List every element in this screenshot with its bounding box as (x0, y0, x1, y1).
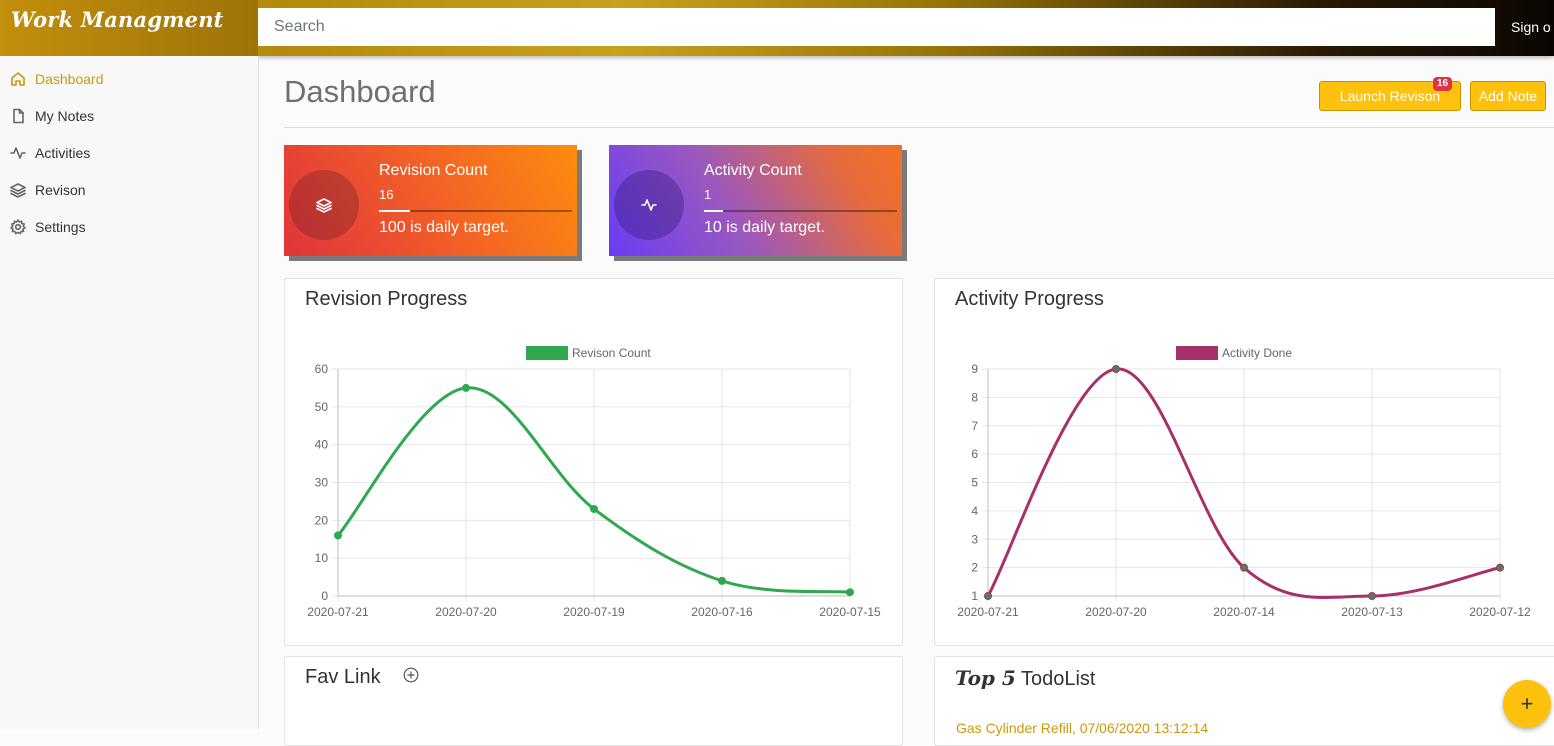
x-tick-label: 2020-07-16 (691, 605, 753, 619)
brand-logo-text[interactable]: Work Managment (11, 7, 224, 32)
x-tick-label: 2020-07-12 (1469, 605, 1531, 619)
y-tick-label: 7 (971, 419, 978, 433)
legend-swatch (1176, 346, 1218, 360)
x-tick-label: 2020-07-15 (819, 605, 881, 619)
y-tick-label: 5 (971, 476, 978, 490)
revision-progress-track (379, 210, 572, 212)
x-tick-label: 2020-07-21 (957, 605, 1019, 619)
revision-count-badge: 16 (1433, 77, 1453, 91)
activity-icon (641, 199, 657, 211)
todo-title-emphasis: Top 5 (955, 666, 1016, 690)
revision-progress-chart: Revison Count 0 10 20 30 40 50 60 2020-07-21 2020… (307, 346, 881, 619)
data-point (846, 588, 854, 597)
y-tick-label: 0 (321, 589, 328, 603)
gear-icon (10, 219, 26, 235)
activity-target-text: 10 is daily target. (704, 219, 825, 236)
data-point (1112, 365, 1120, 373)
y-tick-label: 1 (971, 589, 978, 603)
search-input[interactable] (258, 8, 1495, 46)
y-tick-label: 4 (971, 504, 978, 518)
activity-count-label: Activity Count (704, 162, 802, 179)
revision-card-icon-circle (289, 170, 359, 240)
y-tick-label: 20 (315, 513, 329, 527)
sidebar-item-label: Settings (35, 219, 86, 235)
sidebar-item-label: Activities (35, 145, 91, 161)
todo-item[interactable]: Gas Cylinder Refill, 07/06/2020 13:12:14 (956, 720, 1208, 736)
todo-list-panel: Top 5 TodoList Gas Cylinder Refill, 07/0… (934, 656, 1554, 746)
data-point (1240, 563, 1248, 572)
revision-count-value: 16 (379, 187, 394, 202)
launch-revision-label: Launch Revison (1339, 88, 1441, 104)
data-point (334, 531, 342, 540)
y-tick-label: 60 (315, 362, 329, 376)
brand[interactable]: Work Managment (0, 0, 258, 56)
todo-title-rest: TodoList (1015, 668, 1096, 690)
top-bar: Work Managment Sign o (0, 0, 1554, 56)
revision-progress-fill (379, 210, 410, 212)
y-tick-label: 30 (315, 476, 329, 490)
sidebar-item-settings[interactable]: Settings (10, 215, 86, 239)
data-point (462, 383, 470, 392)
sign-out-link[interactable]: Sign o (1511, 19, 1551, 35)
activity-card-icon-circle (614, 170, 684, 240)
y-tick-label: 6 (971, 447, 978, 461)
activity-progress-fill (704, 210, 724, 212)
revision-progress-panel: Revision Progress Revison Count 0 10 20 30 40… (284, 278, 903, 646)
activity-progress-track (704, 210, 897, 212)
sidebar-item-label: My Notes (35, 108, 95, 124)
sidebar-item-my-notes[interactable]: My Notes (10, 104, 94, 128)
y-tick-label: 3 (971, 532, 978, 546)
data-point (590, 504, 598, 513)
add-note-label: Add Note (1478, 88, 1538, 104)
todo-list-title: Top 5 TodoList (955, 666, 1095, 691)
x-tick-label: 2020-07-19 (563, 605, 625, 619)
y-tick-label: 50 (315, 400, 329, 414)
legend-swatch (526, 346, 568, 360)
fav-link-panel: Fav Link (284, 656, 903, 746)
data-point (718, 576, 726, 585)
revision-target-text: 100 is daily target. (379, 219, 509, 236)
add-note-button[interactable]: Add Note (1470, 81, 1546, 111)
activity-count-value: 1 (704, 187, 712, 202)
layers-icon (10, 183, 26, 198)
x-tick-label: 2020-07-20 (1085, 605, 1147, 619)
sidebar: Dashboard My Notes Activities Revison Se… (0, 56, 259, 729)
home-icon (11, 72, 25, 86)
y-tick-label: 40 (315, 438, 329, 452)
y-tick-label: 10 (315, 551, 329, 565)
page-title: Dashboard (284, 74, 436, 109)
add-fav-link-icon[interactable] (403, 667, 419, 683)
fav-link-title: Fav Link (305, 666, 381, 688)
data-point (984, 592, 992, 600)
sidebar-item-revison[interactable]: Revison (10, 178, 86, 202)
x-tick-label: 2020-07-20 (435, 605, 497, 619)
floating-add-button[interactable]: + (1503, 680, 1551, 728)
y-tick-label: 8 (971, 390, 978, 404)
sidebar-item-label: Revison (35, 182, 86, 198)
x-tick-label: 2020-07-14 (1213, 605, 1275, 619)
data-point (1368, 592, 1376, 600)
x-tick-label: 2020-07-13 (1341, 605, 1403, 619)
sidebar-item-dashboard[interactable]: Dashboard (10, 67, 104, 91)
activity-count-card: Activity Count 1 10 is daily target. (609, 145, 902, 256)
legend-label: Revison Count (572, 346, 651, 360)
y-tick-label: 9 (971, 362, 978, 376)
file-icon (13, 108, 24, 124)
activity-progress-chart: Activity Done 1 2 3 4 5 6 7 8 9 2020-07-21 2020-07-… (957, 346, 1531, 619)
x-tick-label: 2020-07-21 (307, 605, 369, 619)
activity-icon (10, 147, 26, 159)
sidebar-item-activities[interactable]: Activities (10, 141, 90, 165)
y-tick-label: 2 (971, 561, 978, 575)
header-divider (284, 127, 1554, 128)
legend-label: Activity Done (1222, 346, 1292, 360)
activity-progress-panel: Activity Progress Activity Done 1 2 3 4 5 6 7 8 9… (934, 278, 1554, 646)
data-point (1496, 563, 1504, 572)
sidebar-item-label: Dashboard (35, 71, 104, 87)
revision-count-label: Revision Count (379, 162, 488, 179)
layers-icon (316, 198, 332, 213)
revision-count-card: Revision Count 16 100 is daily target. (284, 145, 577, 256)
